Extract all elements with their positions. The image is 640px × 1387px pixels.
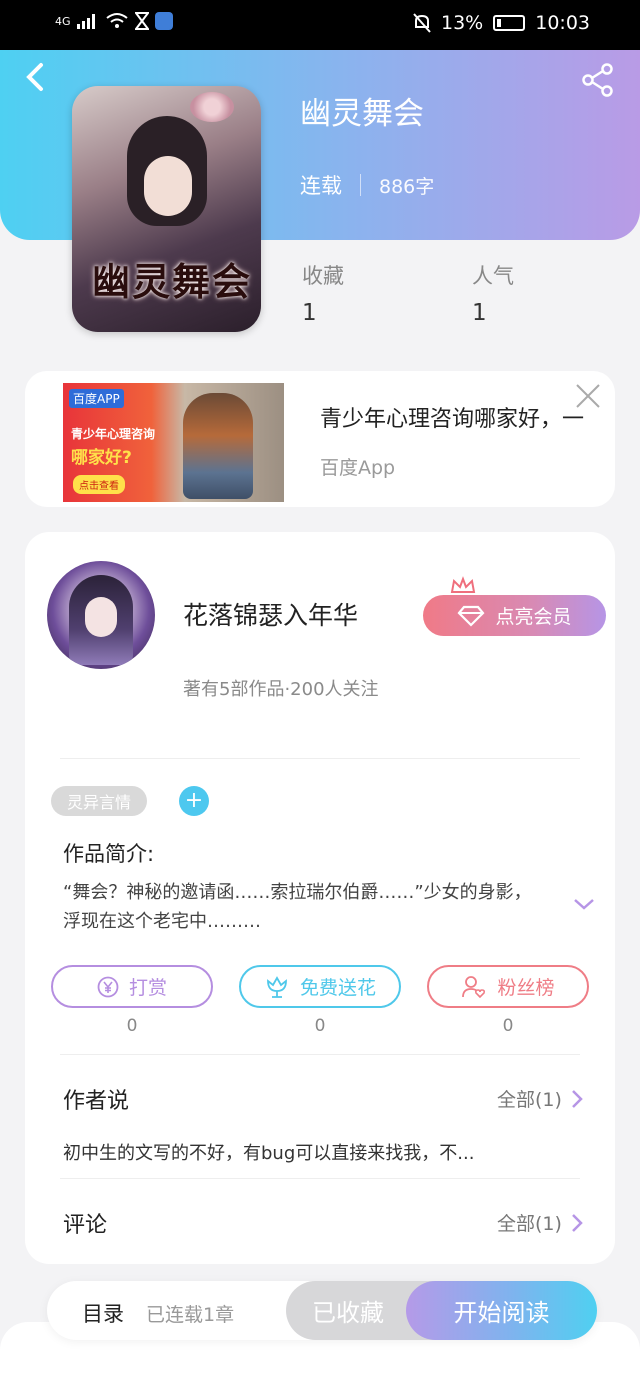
author-info: 著有5部作品·200人关注: [183, 679, 379, 700]
battery-percent: 13%: [441, 12, 484, 34]
meta-divider: [360, 174, 361, 196]
ad-image-button: 点击查看: [73, 475, 125, 494]
chevron-left-icon: [26, 63, 43, 91]
divider: [60, 758, 580, 759]
cover-title: 幽灵舞会: [92, 259, 253, 304]
battery-icon: [493, 15, 526, 31]
flower-icon: [267, 975, 287, 998]
crown-icon: [450, 576, 476, 593]
status-left: 4G: [55, 12, 173, 30]
tip-count: 0: [126, 1016, 138, 1036]
flower-count: 0: [314, 1016, 326, 1036]
app-notification-icon: [154, 12, 173, 30]
word-count: 886字: [379, 175, 435, 198]
comments-title: 评论: [63, 1213, 108, 1238]
fan-count: 0: [502, 1016, 514, 1036]
clock: 10:03: [535, 12, 590, 34]
vip-button[interactable]: 点亮会员: [423, 595, 606, 636]
expand-intro-button[interactable]: [572, 895, 596, 913]
share-icon: [582, 63, 613, 97]
status-right: 13% 10:03: [413, 12, 590, 34]
vip-label: 点亮会员: [495, 606, 572, 628]
tip-label: 打赏: [128, 977, 167, 999]
book-status: 连载: [300, 174, 342, 198]
chevron-right-icon: [572, 1089, 583, 1108]
signal-icon: [76, 14, 95, 29]
start-reading-label: 开始阅读: [453, 1299, 550, 1327]
mute-bell-icon: [413, 13, 431, 33]
ad-title: 青少年心理咨询哪家好，一: [320, 407, 585, 432]
intro-heading: 作品简介:: [63, 842, 155, 866]
toc-button[interactable]: 目录: [82, 1298, 124, 1328]
author-say-text[interactable]: 初中生的文写的不好，有bug可以直接来找我，不...: [63, 1139, 474, 1165]
chevron-down-icon: [574, 899, 594, 910]
favorites-label: 收藏: [302, 264, 344, 288]
author-avatar[interactable]: [47, 561, 155, 669]
user-heart-icon: [462, 975, 486, 998]
author-say-title: 作者说: [63, 1089, 130, 1114]
favorited-label: 已收藏: [312, 1299, 384, 1327]
ad-image-logo: 百度APP: [69, 389, 124, 408]
add-tag-button[interactable]: +: [179, 786, 209, 816]
fan-ranking-label: 粉丝榜: [497, 977, 555, 999]
chevron-right-icon: [572, 1213, 583, 1232]
fan-ranking-button[interactable]: 粉丝榜: [427, 965, 589, 1008]
plus-icon: +: [184, 788, 204, 813]
comments-all-link[interactable]: 全部(1): [497, 1209, 584, 1236]
author-say-all-link[interactable]: 全部(1): [497, 1085, 584, 1112]
avatar-face: [85, 597, 117, 637]
genre-tag[interactable]: 灵异言情: [51, 786, 147, 816]
book-cover[interactable]: 幽灵舞会: [72, 86, 261, 332]
intro-text: “舞会？神秘的邀请函……索拉瑞尔伯爵……”少女的身影，浮现在这个老宅中………: [63, 882, 532, 932]
ad-close-button[interactable]: [573, 381, 603, 411]
send-flower-label: 免费送花: [299, 977, 376, 999]
author-say-all-label: 全部(1): [497, 1089, 562, 1111]
ad-banner[interactable]: 百度APP 青少年心理咨询 哪家好? 点击查看 青少年心理咨询哪家好，一 百度A…: [25, 371, 615, 507]
divider: [60, 1054, 580, 1055]
tip-button[interactable]: 打赏: [51, 965, 213, 1008]
network-label: 4G: [55, 14, 71, 28]
ad-image-line2: 哪家好?: [71, 448, 132, 468]
book-title: 幽灵舞会: [300, 96, 424, 132]
comments-all-label: 全部(1): [497, 1213, 562, 1235]
share-button[interactable]: [580, 62, 616, 98]
close-icon: [576, 384, 600, 408]
send-flower-button[interactable]: 免费送花: [239, 965, 401, 1008]
popularity-label: 人气: [472, 264, 514, 288]
ad-image-person: [183, 393, 253, 499]
ad-image: 百度APP 青少年心理咨询 哪家好? 点击查看: [63, 383, 284, 502]
favorites-value: 1: [302, 300, 317, 326]
ad-source: 百度App: [320, 457, 396, 479]
divider: [60, 1178, 580, 1179]
cover-flower: [190, 92, 234, 122]
back-button[interactable]: [24, 62, 50, 92]
start-reading-button[interactable]: 开始阅读: [406, 1281, 597, 1340]
book-meta: 连载 886字: [300, 170, 434, 200]
status-bar: 4G 13% 10:03: [0, 0, 640, 50]
popularity-value: 1: [472, 300, 487, 326]
ad-image-line1: 青少年心理咨询: [71, 427, 156, 441]
yen-icon: [97, 976, 119, 997]
hourglass-icon: [134, 12, 149, 30]
diamond-icon: [457, 605, 485, 627]
cover-face: [144, 156, 192, 216]
author-name[interactable]: 花落锦瑟入年华: [183, 596, 358, 632]
toc-chapter-count: 已连载1章: [146, 1304, 235, 1326]
wifi-icon: [105, 13, 128, 28]
